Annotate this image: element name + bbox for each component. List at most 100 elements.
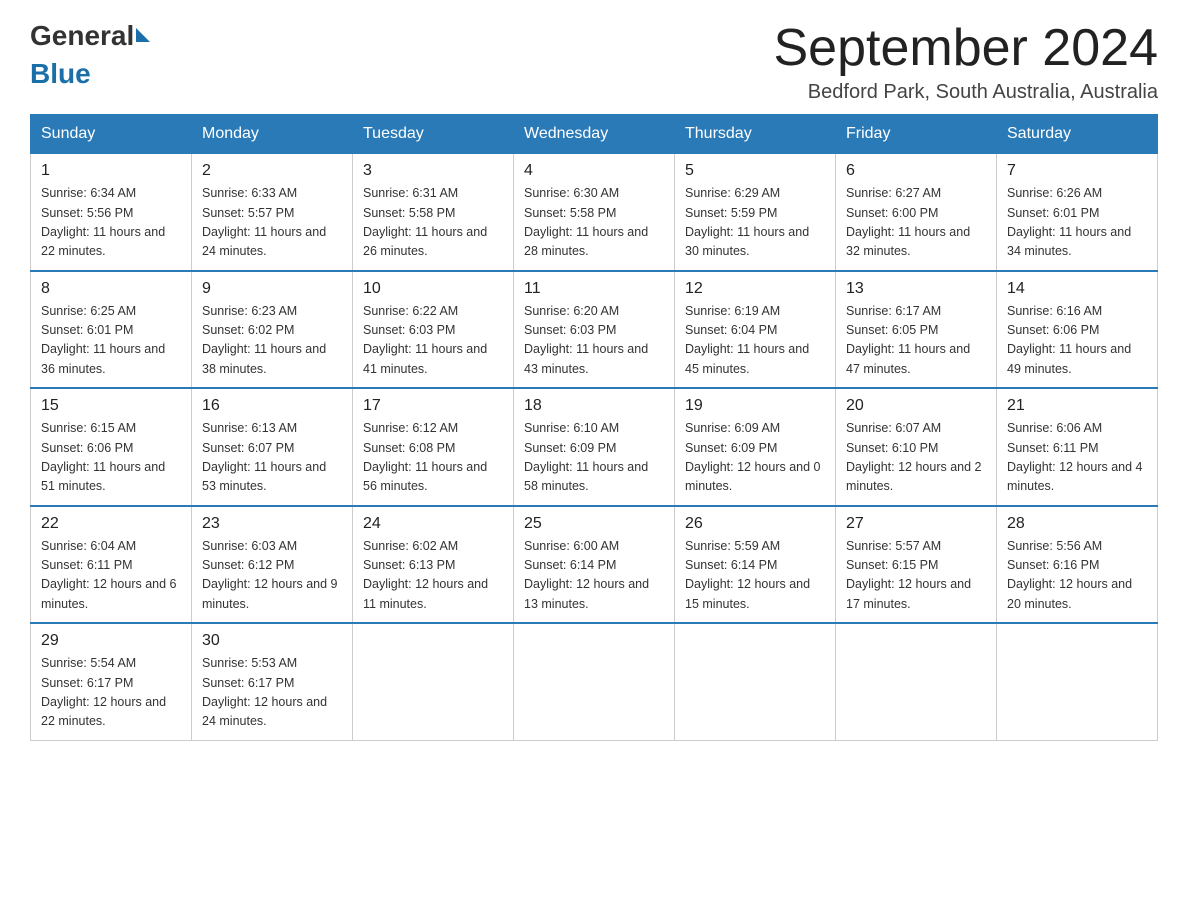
location-subtitle: Bedford Park, South Australia, Australia xyxy=(774,81,1159,104)
calendar-header-row: Sunday Monday Tuesday Wednesday Thursday… xyxy=(31,115,1158,154)
table-row: 16 Sunrise: 6:13 AMSunset: 6:07 PMDaylig… xyxy=(192,388,353,506)
table-row: 20 Sunrise: 6:07 AMSunset: 6:10 PMDaylig… xyxy=(836,388,997,506)
day-info: Sunrise: 6:23 AMSunset: 6:02 PMDaylight:… xyxy=(202,304,326,376)
table-row: 4 Sunrise: 6:30 AMSunset: 5:58 PMDayligh… xyxy=(514,154,675,271)
day-info: Sunrise: 6:15 AMSunset: 6:06 PMDaylight:… xyxy=(41,421,165,493)
col-saturday: Saturday xyxy=(997,115,1158,154)
logo-arrow-icon xyxy=(136,28,150,42)
day-info: Sunrise: 6:19 AMSunset: 6:04 PMDaylight:… xyxy=(685,304,809,376)
day-number: 12 xyxy=(685,280,825,298)
day-number: 17 xyxy=(363,397,503,415)
table-row xyxy=(675,623,836,740)
col-sunday: Sunday xyxy=(31,115,192,154)
calendar-row-2: 8 Sunrise: 6:25 AMSunset: 6:01 PMDayligh… xyxy=(31,271,1158,389)
day-info: Sunrise: 6:02 AMSunset: 6:13 PMDaylight:… xyxy=(363,539,488,611)
day-number: 26 xyxy=(685,515,825,533)
table-row: 24 Sunrise: 6:02 AMSunset: 6:13 PMDaylig… xyxy=(353,506,514,624)
logo-blue-text: Blue xyxy=(30,58,150,90)
col-monday: Monday xyxy=(192,115,353,154)
day-info: Sunrise: 6:22 AMSunset: 6:03 PMDaylight:… xyxy=(363,304,487,376)
calendar-row-1: 1 Sunrise: 6:34 AMSunset: 5:56 PMDayligh… xyxy=(31,154,1158,271)
table-row: 1 Sunrise: 6:34 AMSunset: 5:56 PMDayligh… xyxy=(31,154,192,271)
day-number: 27 xyxy=(846,515,986,533)
table-row xyxy=(836,623,997,740)
table-row: 11 Sunrise: 6:20 AMSunset: 6:03 PMDaylig… xyxy=(514,271,675,389)
day-number: 3 xyxy=(363,162,503,180)
day-info: Sunrise: 6:12 AMSunset: 6:08 PMDaylight:… xyxy=(363,421,487,493)
month-title: September 2024 xyxy=(774,20,1159,77)
day-info: Sunrise: 6:04 AMSunset: 6:11 PMDaylight:… xyxy=(41,539,177,611)
table-row: 30 Sunrise: 5:53 AMSunset: 6:17 PMDaylig… xyxy=(192,623,353,740)
day-number: 30 xyxy=(202,632,342,650)
table-row: 25 Sunrise: 6:00 AMSunset: 6:14 PMDaylig… xyxy=(514,506,675,624)
table-row xyxy=(997,623,1158,740)
table-row: 8 Sunrise: 6:25 AMSunset: 6:01 PMDayligh… xyxy=(31,271,192,389)
day-number: 4 xyxy=(524,162,664,180)
day-number: 19 xyxy=(685,397,825,415)
day-info: Sunrise: 6:20 AMSunset: 6:03 PMDaylight:… xyxy=(524,304,648,376)
table-row: 10 Sunrise: 6:22 AMSunset: 6:03 PMDaylig… xyxy=(353,271,514,389)
table-row: 6 Sunrise: 6:27 AMSunset: 6:00 PMDayligh… xyxy=(836,154,997,271)
logo: General Blue xyxy=(30,20,150,90)
table-row: 3 Sunrise: 6:31 AMSunset: 5:58 PMDayligh… xyxy=(353,154,514,271)
day-number: 29 xyxy=(41,632,181,650)
calendar-row-4: 22 Sunrise: 6:04 AMSunset: 6:11 PMDaylig… xyxy=(31,506,1158,624)
table-row: 22 Sunrise: 6:04 AMSunset: 6:11 PMDaylig… xyxy=(31,506,192,624)
col-friday: Friday xyxy=(836,115,997,154)
day-info: Sunrise: 6:29 AMSunset: 5:59 PMDaylight:… xyxy=(685,186,809,258)
day-info: Sunrise: 6:30 AMSunset: 5:58 PMDaylight:… xyxy=(524,186,648,258)
day-info: Sunrise: 6:33 AMSunset: 5:57 PMDaylight:… xyxy=(202,186,326,258)
day-info: Sunrise: 5:56 AMSunset: 6:16 PMDaylight:… xyxy=(1007,539,1132,611)
day-number: 1 xyxy=(41,162,181,180)
day-number: 28 xyxy=(1007,515,1147,533)
day-number: 8 xyxy=(41,280,181,298)
day-info: Sunrise: 6:31 AMSunset: 5:58 PMDaylight:… xyxy=(363,186,487,258)
day-number: 18 xyxy=(524,397,664,415)
day-info: Sunrise: 5:59 AMSunset: 6:14 PMDaylight:… xyxy=(685,539,810,611)
table-row: 18 Sunrise: 6:10 AMSunset: 6:09 PMDaylig… xyxy=(514,388,675,506)
table-row: 9 Sunrise: 6:23 AMSunset: 6:02 PMDayligh… xyxy=(192,271,353,389)
calendar-table: Sunday Monday Tuesday Wednesday Thursday… xyxy=(30,114,1158,741)
day-number: 2 xyxy=(202,162,342,180)
page-header: General Blue September 2024 Bedford Park… xyxy=(30,20,1158,104)
day-info: Sunrise: 6:06 AMSunset: 6:11 PMDaylight:… xyxy=(1007,421,1143,493)
day-info: Sunrise: 6:16 AMSunset: 6:06 PMDaylight:… xyxy=(1007,304,1131,376)
day-info: Sunrise: 6:25 AMSunset: 6:01 PMDaylight:… xyxy=(41,304,165,376)
day-number: 25 xyxy=(524,515,664,533)
table-row xyxy=(353,623,514,740)
table-row: 27 Sunrise: 5:57 AMSunset: 6:15 PMDaylig… xyxy=(836,506,997,624)
day-number: 23 xyxy=(202,515,342,533)
day-number: 5 xyxy=(685,162,825,180)
day-number: 10 xyxy=(363,280,503,298)
day-info: Sunrise: 6:00 AMSunset: 6:14 PMDaylight:… xyxy=(524,539,649,611)
day-info: Sunrise: 5:57 AMSunset: 6:15 PMDaylight:… xyxy=(846,539,971,611)
day-info: Sunrise: 6:07 AMSunset: 6:10 PMDaylight:… xyxy=(846,421,982,493)
table-row: 15 Sunrise: 6:15 AMSunset: 6:06 PMDaylig… xyxy=(31,388,192,506)
table-row xyxy=(514,623,675,740)
day-number: 20 xyxy=(846,397,986,415)
table-row: 17 Sunrise: 6:12 AMSunset: 6:08 PMDaylig… xyxy=(353,388,514,506)
table-row: 5 Sunrise: 6:29 AMSunset: 5:59 PMDayligh… xyxy=(675,154,836,271)
day-number: 13 xyxy=(846,280,986,298)
table-row: 19 Sunrise: 6:09 AMSunset: 6:09 PMDaylig… xyxy=(675,388,836,506)
table-row: 26 Sunrise: 5:59 AMSunset: 6:14 PMDaylig… xyxy=(675,506,836,624)
day-info: Sunrise: 6:17 AMSunset: 6:05 PMDaylight:… xyxy=(846,304,970,376)
table-row: 12 Sunrise: 6:19 AMSunset: 6:04 PMDaylig… xyxy=(675,271,836,389)
day-number: 6 xyxy=(846,162,986,180)
day-number: 21 xyxy=(1007,397,1147,415)
col-tuesday: Tuesday xyxy=(353,115,514,154)
day-number: 15 xyxy=(41,397,181,415)
day-number: 24 xyxy=(363,515,503,533)
calendar-row-3: 15 Sunrise: 6:15 AMSunset: 6:06 PMDaylig… xyxy=(31,388,1158,506)
day-info: Sunrise: 6:13 AMSunset: 6:07 PMDaylight:… xyxy=(202,421,326,493)
day-number: 9 xyxy=(202,280,342,298)
table-row: 2 Sunrise: 6:33 AMSunset: 5:57 PMDayligh… xyxy=(192,154,353,271)
day-number: 7 xyxy=(1007,162,1147,180)
day-number: 14 xyxy=(1007,280,1147,298)
logo-general-text: General xyxy=(30,20,134,52)
day-info: Sunrise: 6:27 AMSunset: 6:00 PMDaylight:… xyxy=(846,186,970,258)
table-row: 13 Sunrise: 6:17 AMSunset: 6:05 PMDaylig… xyxy=(836,271,997,389)
day-info: Sunrise: 5:53 AMSunset: 6:17 PMDaylight:… xyxy=(202,656,327,728)
title-area: September 2024 Bedford Park, South Austr… xyxy=(774,20,1159,104)
day-info: Sunrise: 6:09 AMSunset: 6:09 PMDaylight:… xyxy=(685,421,821,493)
